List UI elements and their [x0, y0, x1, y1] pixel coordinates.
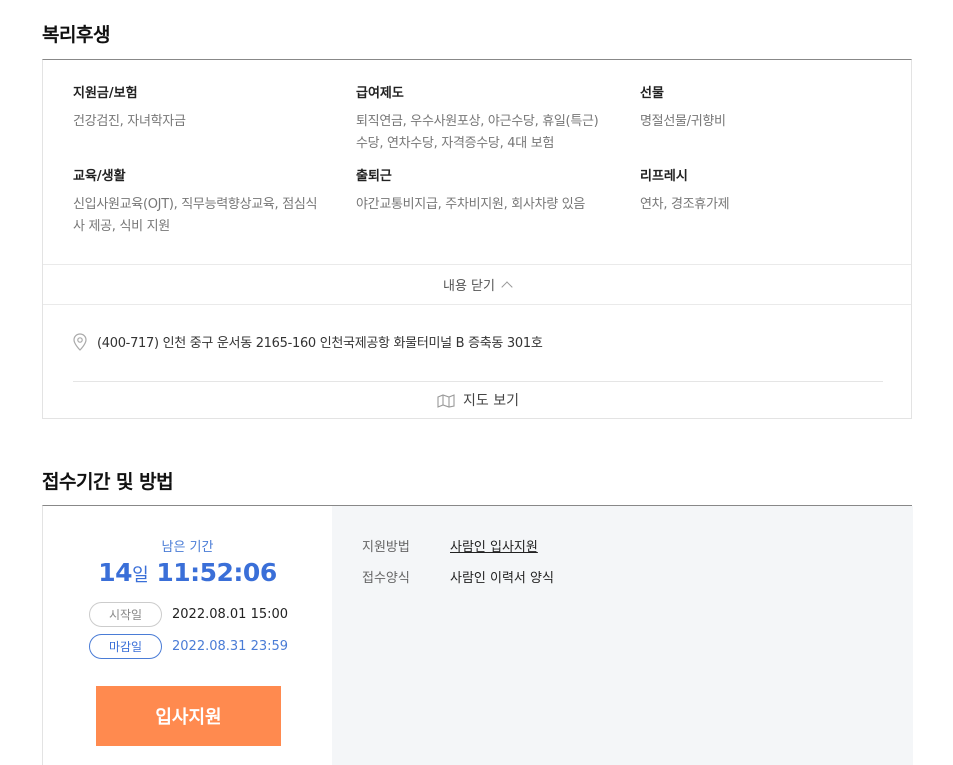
remaining-countdown: 14일 11:52:06 [43, 558, 332, 587]
benefit-category: 리프레시 연차, 경조휴가제 [640, 165, 890, 216]
benefit-category: 출퇴근 야간교통비지급, 주차비지원, 회사차량 있음 [356, 165, 606, 216]
address-row: (400-717) 인천 중구 운서동 2165-160 인천국제공항 화물터미… [73, 332, 543, 351]
benefit-category: 지원금/보험 건강검진, 자녀학자금 [73, 82, 323, 133]
benefit-category: 급여제도 퇴직연금, 우수사원포상, 야근수당, 휴일(특근)수당, 연차수당,… [356, 82, 606, 155]
collapse-toggle-label: 내용 닫기 [443, 279, 495, 294]
remaining-days-unit: 일 [132, 565, 149, 586]
benefit-category-title: 선물 [640, 86, 664, 101]
remaining-label: 남은 기간 [161, 540, 214, 555]
benefit-category: 선물 명절선물/귀향비 [640, 82, 890, 133]
method-row: 지원방법 사람인 입사지원 [362, 536, 538, 555]
benefit-category: 교육/생활 신입사원교육(OJT), 직무능력향상교육, 점심식사 제공, 식비… [73, 165, 323, 238]
application-section-title: 접수기간 및 방법 [42, 471, 174, 493]
benefit-category-desc: 퇴직연금, 우수사원포상, 야근수당, 휴일(특근)수당, 연차수당, 자격증수… [356, 114, 599, 151]
benefit-category-desc: 야간교통비지급, 주차비지원, 회사차량 있음 [356, 197, 586, 212]
application-box: 남은 기간 14일 11:52:06 시작일 2022.08.01 15:00 … [42, 505, 913, 765]
remaining-time: 11:52:06 [156, 558, 277, 587]
benefit-category-desc: 명절선물/귀향비 [640, 114, 726, 129]
benefit-category-title: 급여제도 [356, 86, 404, 101]
start-date-value: 2022.08.01 15:00 [172, 607, 289, 622]
form-label: 접수양식 [362, 571, 410, 586]
welfare-section-title: 복리후생 [42, 24, 110, 46]
map-view-label: 지도 보기 [463, 393, 519, 409]
map-icon [437, 394, 455, 408]
method-label: 지원방법 [362, 540, 410, 555]
location-pin-icon [73, 332, 87, 351]
collapse-toggle-button[interactable]: 내용 닫기 [43, 264, 911, 305]
application-period-panel: 남은 기간 14일 11:52:06 시작일 2022.08.01 15:00 … [43, 506, 332, 765]
start-date-row: 시작일 2022.08.01 15:00 [89, 602, 288, 627]
benefit-category-title: 출퇴근 [356, 169, 392, 184]
application-method-panel: 지원방법 사람인 입사지원 접수양식 사람인 이력서 양식 [332, 506, 913, 765]
map-view-button[interactable]: 지도 보기 [73, 381, 883, 418]
form-row: 접수양식 사람인 이력서 양식 [362, 567, 554, 586]
benefit-category-desc: 신입사원교육(OJT), 직무능력향상교육, 점심식사 제공, 식비 지원 [73, 197, 318, 234]
method-link[interactable]: 사람인 입사지원 [450, 536, 538, 555]
deadline-value: 2022.08.31 23:59 [172, 639, 289, 654]
form-value: 사람인 이력서 양식 [450, 571, 554, 586]
welfare-box: 지원금/보험 건강검진, 자녀학자금 급여제도 퇴직연금, 우수사원포상, 야근… [42, 59, 912, 419]
benefit-category-desc: 연차, 경조휴가제 [640, 197, 730, 212]
remaining-days: 14 [98, 558, 133, 587]
apply-button[interactable]: 입사지원 [96, 686, 281, 746]
deadline-row: 마감일 2022.08.31 23:59 [89, 634, 288, 659]
start-date-badge: 시작일 [89, 602, 162, 627]
benefit-category-title: 지원금/보험 [73, 86, 138, 101]
deadline-badge: 마감일 [89, 634, 162, 659]
chevron-up-icon [501, 281, 513, 293]
address-text: (400-717) 인천 중구 운서동 2165-160 인천국제공항 화물터미… [97, 336, 543, 351]
benefit-category-title: 교육/생활 [73, 169, 126, 184]
benefit-category-title: 리프레시 [640, 169, 688, 184]
benefit-category-desc: 건강검진, 자녀학자금 [73, 114, 186, 129]
